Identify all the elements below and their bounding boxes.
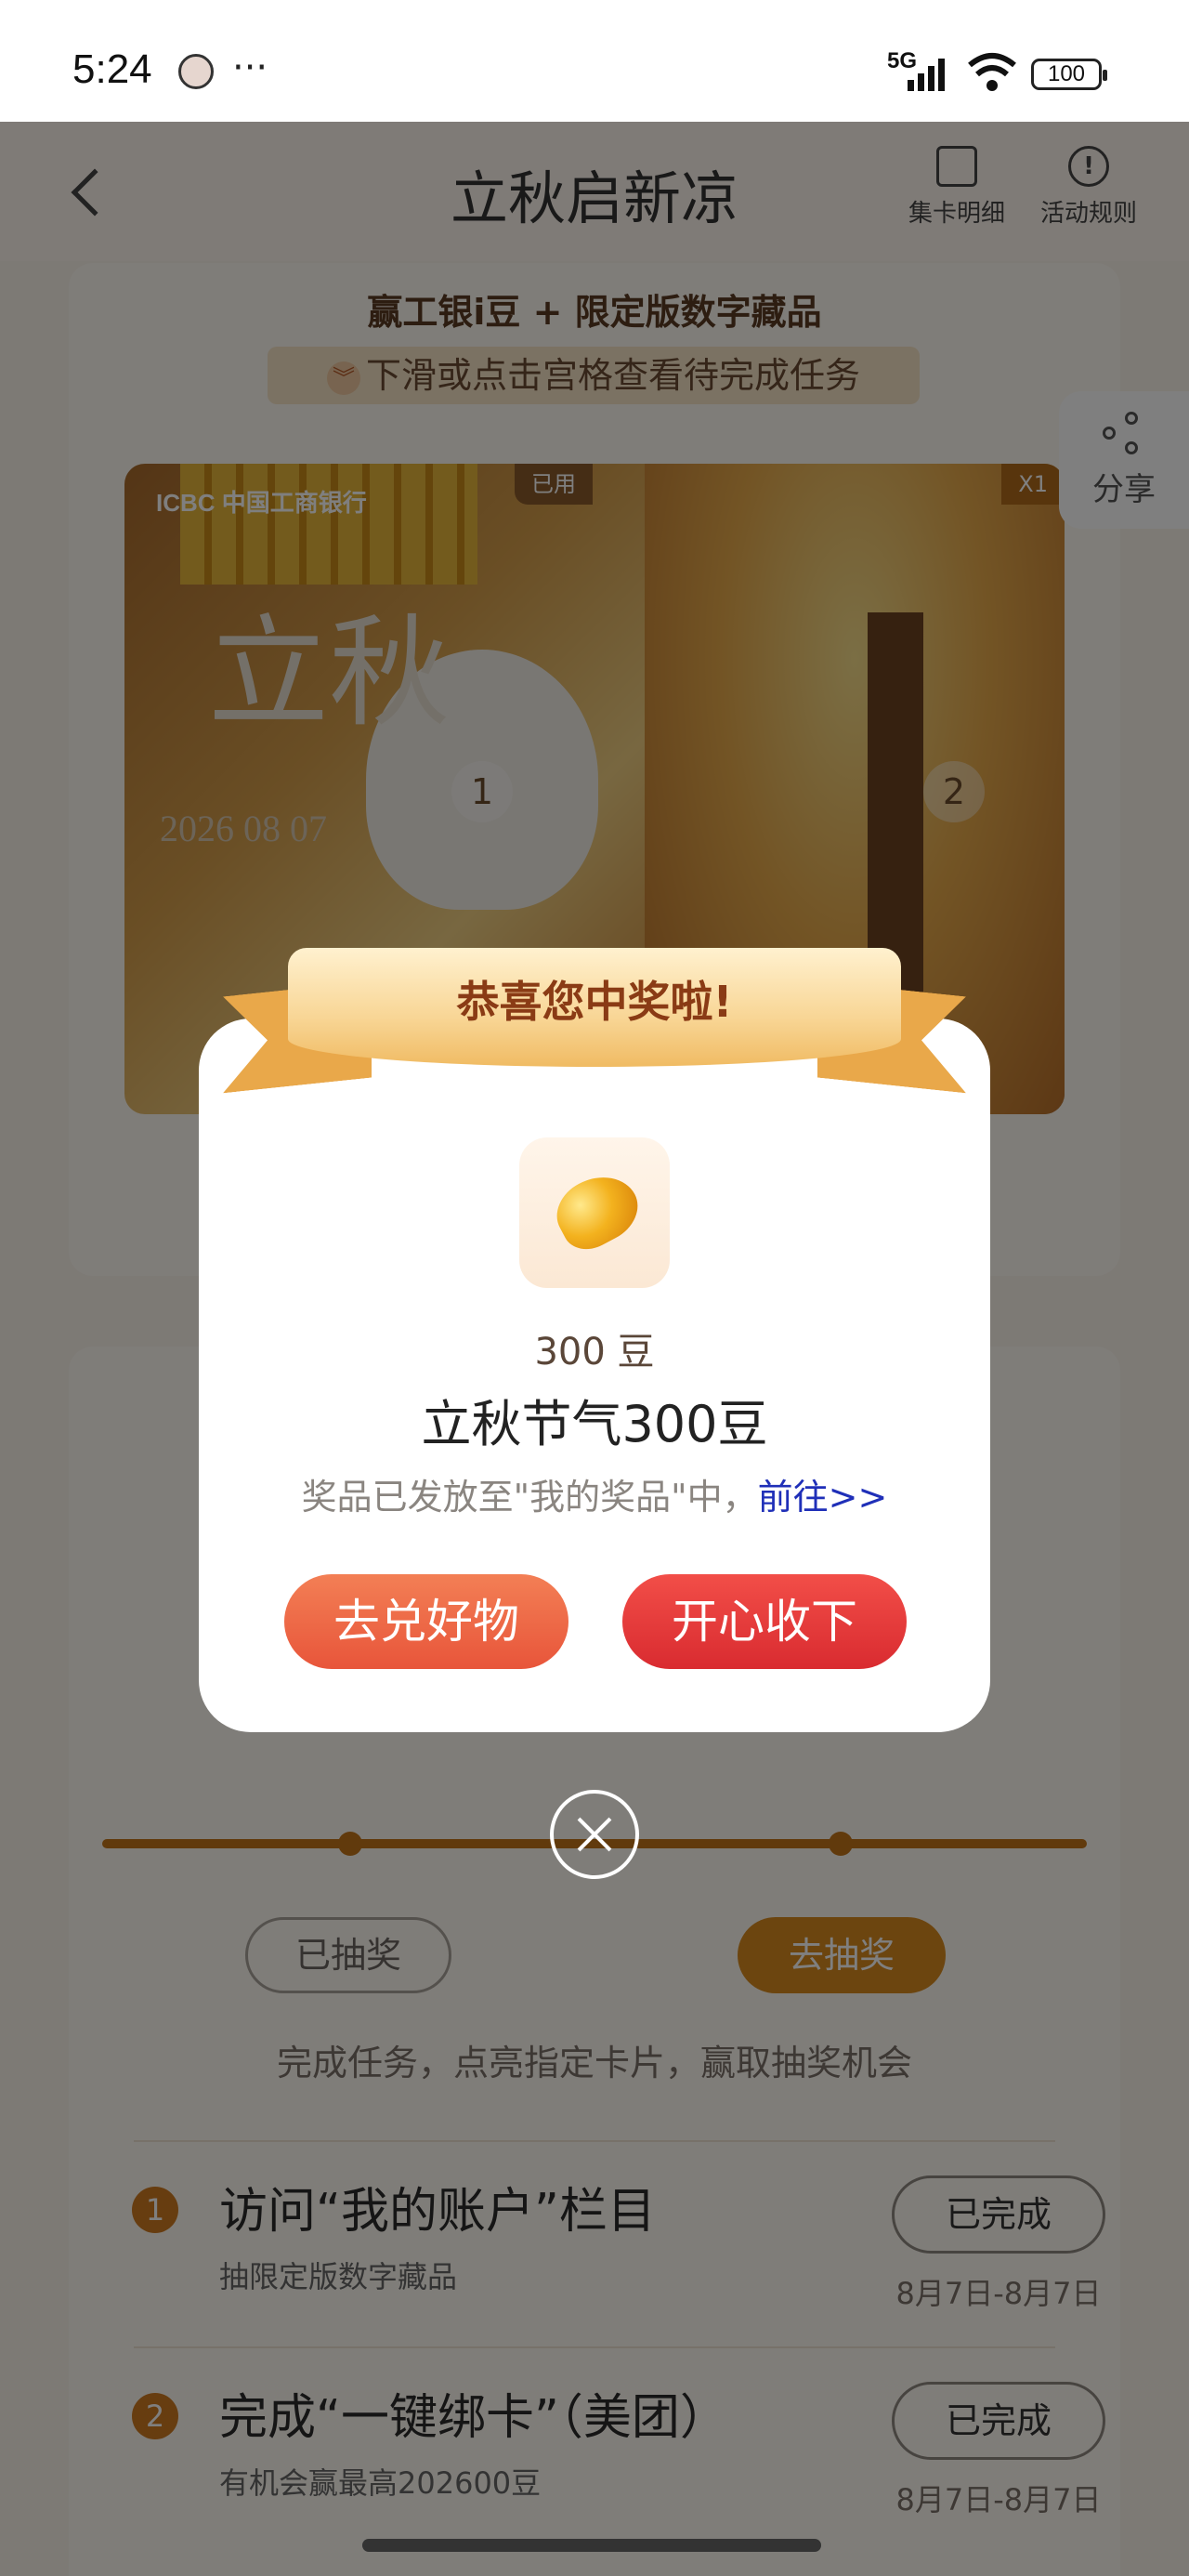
prize-dialog: 300 豆 立秋节气300豆 奖品已发放至"我的奖品"中，前往>> 去兑好物 开…	[199, 1019, 990, 1732]
battery-icon: 100	[1031, 59, 1107, 90]
accept-button[interactable]: 开心收下	[622, 1574, 907, 1669]
prize-amount: 300 豆	[534, 1331, 655, 1373]
avatar-icon	[178, 54, 214, 89]
prize-note-text: 奖品已发放至"我的奖品"中，	[301, 1477, 758, 1518]
more-notifications-icon: ···	[232, 46, 268, 89]
wifi-icon	[968, 53, 1016, 91]
status-bar: 5:24 ··· 5G 100	[0, 0, 1189, 122]
bean-icon	[519, 1137, 670, 1288]
status-time: 5:24	[72, 46, 152, 92]
prize-note: 奖品已发放至"我的奖品"中，前往>>	[199, 1468, 990, 1519]
redeem-button[interactable]: 去兑好物	[284, 1574, 568, 1669]
signal-icon	[908, 59, 945, 91]
my-prizes-link[interactable]: 前往>>	[758, 1477, 888, 1518]
prize-name: 立秋节气300豆	[421, 1395, 768, 1453]
congrats-ribbon: 恭喜您中奖啦!	[223, 948, 966, 1080]
close-icon[interactable]	[550, 1790, 639, 1879]
congrats-title: 恭喜您中奖啦!	[288, 948, 901, 1067]
home-indicator[interactable]	[362, 2539, 821, 2552]
